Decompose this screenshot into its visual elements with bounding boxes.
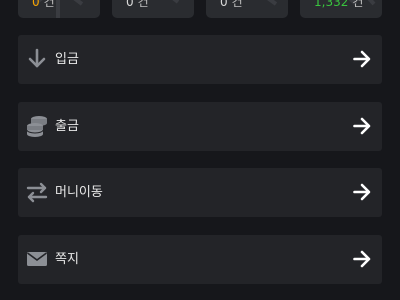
stat-card-4[interactable]: 1,332 건 xyxy=(300,0,382,18)
stat-card-background-icon xyxy=(172,0,180,4)
envelope-icon xyxy=(26,247,48,271)
stat-number: 1,332 xyxy=(314,0,349,9)
menu-item-messages[interactable]: 쪽지 xyxy=(18,235,382,284)
menu-label: 입금 xyxy=(55,52,79,67)
stat-card-background-icon xyxy=(32,0,84,18)
stat-number: 0 xyxy=(126,0,134,9)
menu-item-withdraw[interactable]: 출금 xyxy=(18,102,382,151)
stat-value-4: 1,332 건 xyxy=(314,0,363,9)
coins-icon xyxy=(26,114,48,138)
stat-number: 0 xyxy=(220,0,228,9)
menu-item-money-transfer[interactable]: 머니이동 xyxy=(18,168,382,217)
stat-unit: 건 xyxy=(43,0,55,9)
stat-unit: 건 xyxy=(231,0,243,9)
page: 0건 0건 0건 1,332 건 입금 출금 머니이동 쪽지 xyxy=(0,0,400,300)
stat-card-3[interactable]: 0건 xyxy=(206,0,288,18)
stat-value-2: 0건 xyxy=(126,0,149,9)
stat-card-2[interactable]: 0건 xyxy=(112,0,194,18)
stat-value-3: 0건 xyxy=(220,0,243,9)
menu-item-deposit[interactable]: 입금 xyxy=(18,35,382,84)
stats-row: 0건 0건 0건 1,332 건 xyxy=(18,0,398,18)
arrow-down-icon xyxy=(26,47,48,71)
arrow-right-icon[interactable] xyxy=(353,116,371,136)
arrow-right-icon[interactable] xyxy=(353,49,371,69)
menu-label: 머니이동 xyxy=(55,185,103,200)
stat-value-1: 0건 xyxy=(32,0,55,9)
menu-label: 출금 xyxy=(55,119,79,134)
stat-unit: 건 xyxy=(137,0,149,9)
menu-label: 쪽지 xyxy=(55,252,79,267)
stat-card-background-icon xyxy=(267,0,278,6)
arrow-right-icon[interactable] xyxy=(353,182,371,202)
stat-card-1[interactable]: 0건 xyxy=(18,0,100,18)
stat-number: 0 xyxy=(32,0,40,9)
arrow-right-icon[interactable] xyxy=(353,249,371,269)
transfer-icon xyxy=(26,180,48,204)
stat-unit: 건 xyxy=(352,0,364,9)
